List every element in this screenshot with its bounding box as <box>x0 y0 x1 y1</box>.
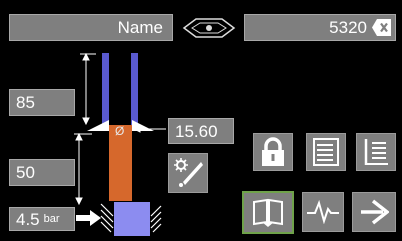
waveform-icon <box>307 200 339 224</box>
right-hatch-clamp <box>150 205 162 233</box>
lock-icon <box>262 137 284 166</box>
waveform-button[interactable] <box>302 192 344 232</box>
left-hatch-clamp <box>100 203 114 233</box>
next-button[interactable] <box>352 192 396 232</box>
upper-electrode-right <box>131 53 138 125</box>
upper-dimension-arrow <box>80 52 96 126</box>
left-clamp-wedge <box>87 120 109 131</box>
diameter-value: 15.60 <box>175 121 218 141</box>
list-button[interactable] <box>306 133 346 171</box>
electrode-settings-icon <box>174 158 203 187</box>
program-list-icon <box>364 139 388 165</box>
diameter-symbol: Ø <box>115 124 125 138</box>
book-button[interactable] <box>242 191 294 234</box>
program-list-button[interactable] <box>356 133 396 171</box>
electrode-settings-button[interactable] <box>168 153 208 193</box>
base-block <box>114 202 150 236</box>
diameter-arrow <box>132 125 166 133</box>
arrow-right-icon <box>361 199 389 225</box>
lower-dimension-arrow <box>74 132 92 206</box>
book-icon <box>253 198 283 227</box>
lock-button[interactable] <box>253 133 293 171</box>
list-icon <box>313 138 339 166</box>
diameter-field[interactable]: 15.60 <box>168 118 234 144</box>
upper-electrode-left <box>102 53 109 125</box>
pressure-arrow <box>76 210 101 226</box>
